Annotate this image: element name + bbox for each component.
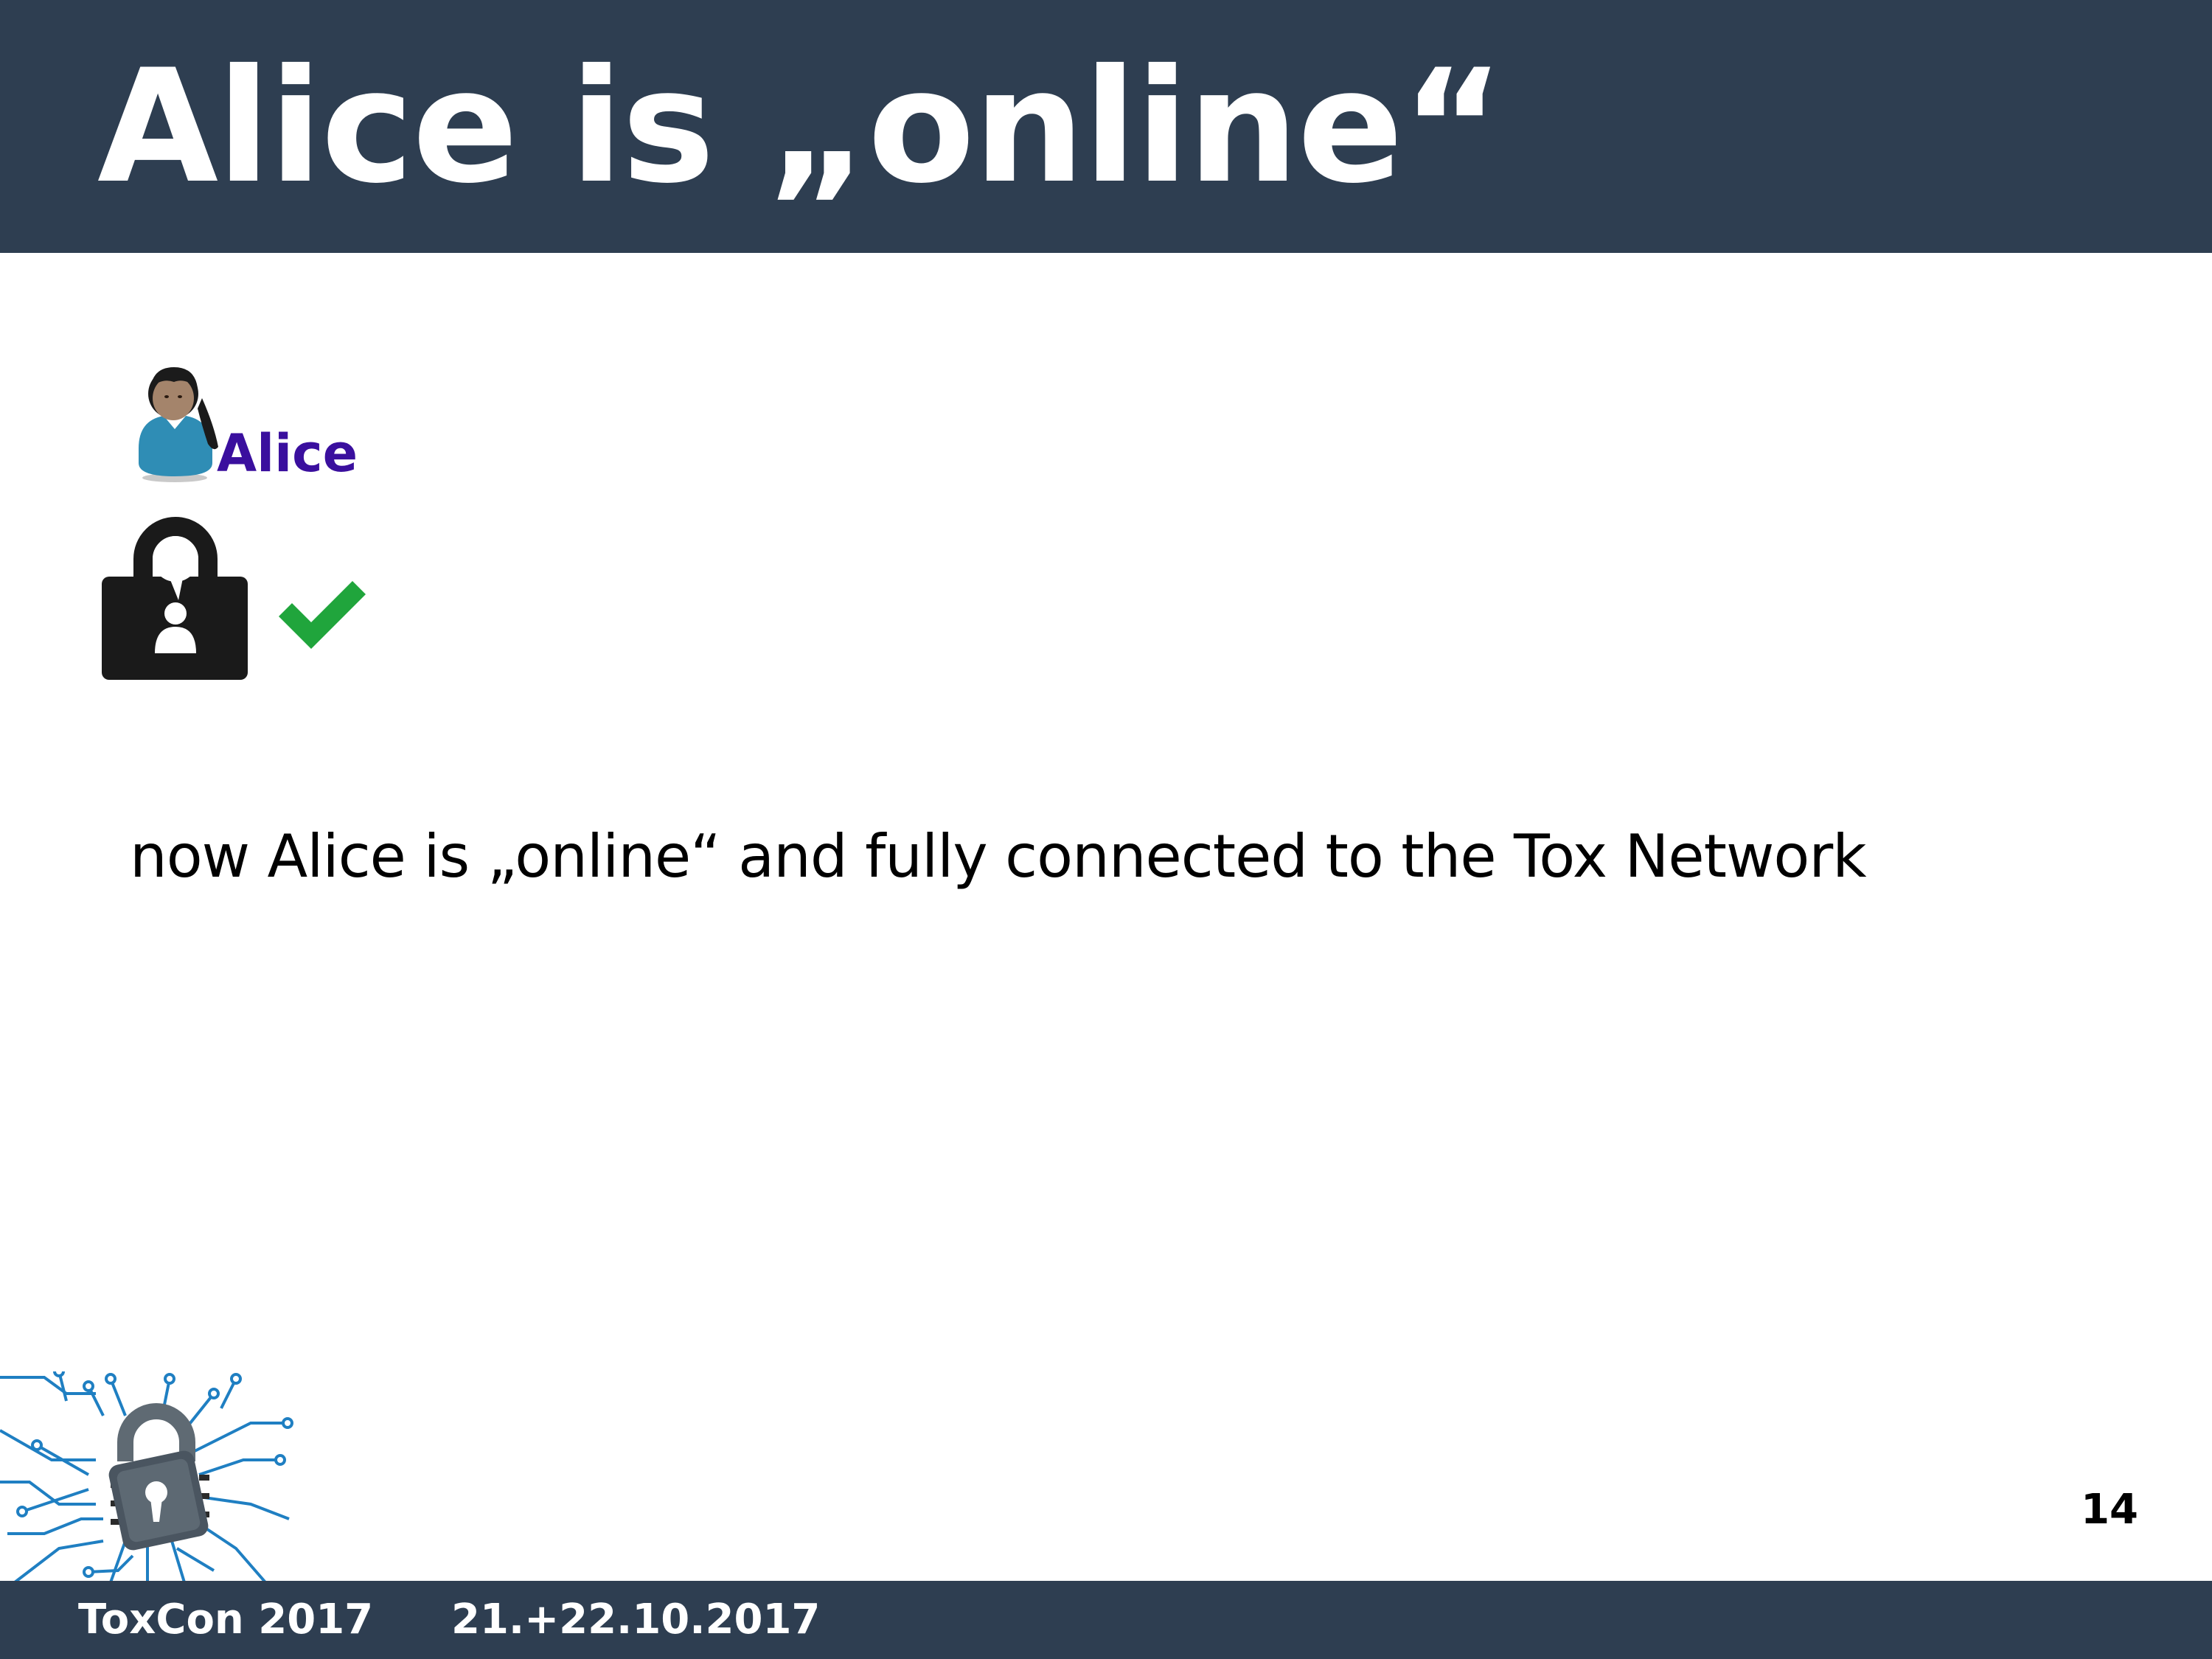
slide-title: Alice is „online“ — [97, 35, 1505, 218]
footer-date: 21.+22.10.2017 — [451, 1596, 821, 1644]
page-number: 14 — [2081, 1486, 2138, 1534]
checkmark-icon — [279, 581, 366, 649]
body-text: now Alice is „online“ and fully connecte… — [130, 822, 1867, 891]
circuit-padlock-logo — [0, 1371, 293, 1582]
footer-event-name: ToxCon 2017 — [78, 1596, 374, 1644]
user-label: Alice — [217, 423, 358, 484]
tox-lock-icon — [102, 517, 248, 680]
user-avatar-icon — [139, 367, 218, 482]
